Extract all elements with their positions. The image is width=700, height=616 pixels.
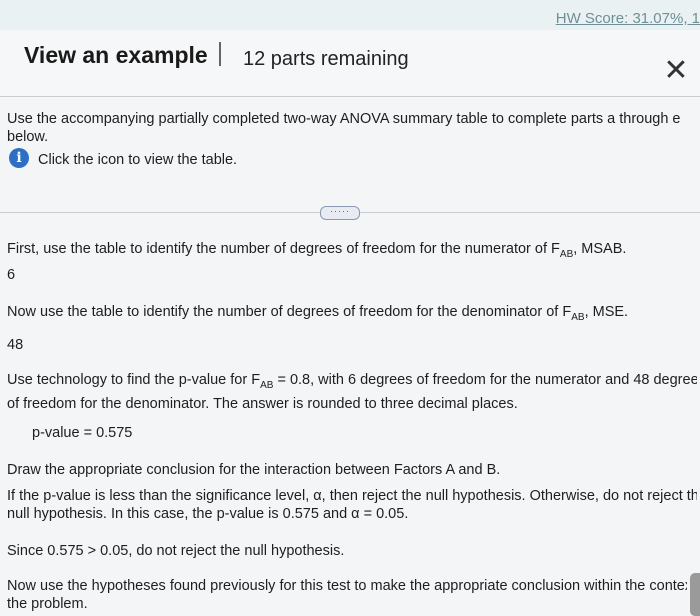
question-numerator-df: First, use the table to identify the num… [7,241,627,260]
info-icon[interactable]: i [9,148,29,168]
close-icon[interactable]: ✕ [662,56,690,86]
question-denominator-df: Now use the table to identify the number… [7,304,629,323]
intro-line-2: below. [7,129,49,145]
header-divider [0,96,700,97]
top-bar: HW Score: 31.07%, 1 [0,0,700,30]
answer-numerator-df: 6 [7,267,16,283]
answer-denominator-df: 48 [7,337,24,353]
dialog-title: View an example [24,42,208,68]
conclusion-heading: Draw the appropriate conclusion for the … [7,462,501,478]
decision-rule: If the p-value is less than the signific… [7,488,697,522]
intro-text: Use the accompanying partially completed… [7,110,687,146]
question-p-value: Use technology to find the p-value for F… [7,372,697,412]
parts-remaining: 12 parts remaining [243,48,409,70]
since-statement: Since 0.575 > 0.05, do not reject the nu… [7,543,345,559]
title-separator [219,42,221,66]
expand-button[interactable]: ····· [320,206,360,220]
intro-line-1: Use the accompanying partially completed… [7,111,681,127]
info-text[interactable]: Click the icon to view the table. [38,151,237,169]
hw-score-link[interactable]: HW Score: 31.07%, 1 [556,10,700,27]
scrollbar-thumb[interactable] [690,573,700,616]
p-value-result: p-value = 0.575 [32,425,133,441]
final-instruction: Now use the hypotheses found previously … [7,578,687,612]
